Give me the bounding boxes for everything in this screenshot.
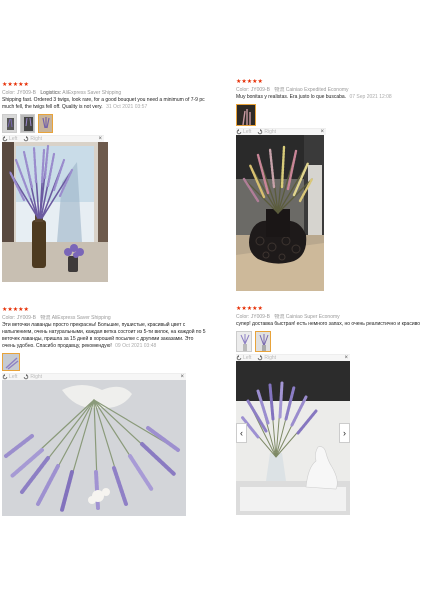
- next-image-button[interactable]: ›: [339, 423, 350, 443]
- review-text-content: Muy bonitas y realistas. Era justo lo qu…: [236, 94, 347, 100]
- image-toolbar: Left Right ×: [236, 354, 350, 361]
- review-meta: Color: JY009-B Logistics: AliExpress Sav…: [2, 90, 212, 97]
- color-value: JY009-B: [16, 90, 36, 96]
- review-text: Эти веточки лаванды просто прекрасны! Бо…: [2, 322, 208, 350]
- rotate-left-button[interactable]: Left: [2, 374, 17, 380]
- thumbnail[interactable]: [2, 114, 17, 133]
- thumbnail[interactable]: [20, 114, 35, 133]
- review-text-content: Эти веточки лаванды просто прекрасны! Бо…: [2, 322, 206, 349]
- review-photo: [2, 142, 108, 282]
- photo-viewer: ‹ ›: [236, 361, 350, 515]
- image-toolbar: Left Right ×: [2, 373, 186, 380]
- rotate-left-icon: [236, 129, 242, 135]
- image-toolbar: Left Right ×: [2, 135, 104, 142]
- review-text: Shipping fast. Ordered 3 twigs, look rar…: [2, 97, 208, 111]
- review-date: 07 Sep 2021 12:08: [349, 94, 392, 100]
- shipping-method: Cainiao Super Economy: [285, 314, 340, 320]
- rotate-left-button[interactable]: Left: [236, 129, 251, 135]
- color-value: JY009-B: [250, 314, 270, 320]
- rotate-left-icon: [2, 374, 8, 380]
- rotate-left-label: Left: [9, 136, 18, 142]
- review-date: 09 Oct 2021 03:48: [115, 343, 157, 349]
- rotate-left-button[interactable]: Left: [2, 136, 17, 142]
- review-text-content: супер! доставка быстрая! есть немного за…: [236, 321, 421, 327]
- rotate-left-icon: [2, 136, 8, 142]
- thumbnail-selected[interactable]: [38, 114, 53, 133]
- rotate-left-label: Left: [243, 129, 252, 135]
- color-value: JY009-B: [16, 315, 36, 321]
- star-rating: ★★★★★: [2, 82, 29, 88]
- close-button[interactable]: ×: [98, 136, 104, 142]
- thumbnail-strip: [236, 331, 424, 352]
- thumbnail-strip: [2, 353, 212, 371]
- review-date: 31 Oct 2021 03:57: [106, 104, 148, 110]
- ship-from-label: 物流: [274, 87, 285, 93]
- review-text: супер! доставка быстрая! есть немного за…: [236, 321, 424, 328]
- thumbnail[interactable]: [236, 331, 252, 352]
- chevron-left-icon: ‹: [240, 428, 243, 438]
- color-value: JY009-B: [250, 87, 270, 93]
- review-meta: Color: JY009-B 物流 AliExpress Saver Shipp…: [2, 315, 212, 322]
- review-card: ★★★★★ Color: JY009-B 物流 Cainiao Expedite…: [236, 79, 424, 291]
- logistics-label: Logistics:: [40, 90, 62, 96]
- star-rating: ★★★★★: [2, 307, 29, 313]
- prev-image-button[interactable]: ‹: [236, 423, 247, 443]
- ship-from-label: 物流: [274, 314, 285, 320]
- review-photo: [236, 135, 324, 291]
- chevron-right-icon: ›: [343, 428, 346, 438]
- rotate-right-button[interactable]: Right: [23, 136, 42, 142]
- color-label: Color:: [236, 87, 250, 93]
- rotate-right-icon: [24, 374, 29, 380]
- color-label: Color:: [236, 314, 250, 320]
- color-label: Color:: [2, 315, 16, 321]
- image-toolbar: Left Right ×: [236, 128, 326, 135]
- review-card: ★★★★★ Color: JY009-B 物流 AliExpress Saver…: [2, 307, 212, 516]
- star-rating: ★★★★★: [236, 79, 263, 85]
- review-photo: [236, 361, 350, 515]
- review-text: Muy bonitas y realistas. Era justo lo qu…: [236, 94, 424, 101]
- rotate-right-label: Right: [264, 129, 277, 135]
- close-button[interactable]: ×: [180, 374, 186, 380]
- thumbnail-selected[interactable]: [255, 331, 271, 352]
- shipping-method: Cainiao Expedited Economy: [285, 87, 349, 93]
- rotate-right-label: Right: [30, 136, 43, 142]
- review-photo: [2, 380, 186, 516]
- thumbnail-selected[interactable]: [236, 104, 256, 126]
- thumbnail-strip: [2, 114, 212, 133]
- shipping-method: AliExpress Saver Shipping: [51, 315, 111, 321]
- rotate-left-label: Left: [9, 374, 18, 380]
- review-meta: Color: JY009-B 物流 Cainiao Super Economy: [236, 314, 424, 321]
- ship-from-label: 物流: [40, 315, 51, 321]
- rotate-right-icon: [24, 136, 29, 142]
- close-button[interactable]: ×: [320, 129, 326, 135]
- star-rating: ★★★★★: [236, 306, 263, 312]
- rotate-right-button[interactable]: Right: [257, 129, 276, 135]
- rotate-right-button[interactable]: Right: [23, 374, 42, 380]
- shipping-method: AliExpress Saver Shipping: [62, 90, 122, 96]
- review-text-content: Shipping fast. Ordered 3 twigs, look rar…: [2, 97, 205, 110]
- rotate-right-label: Right: [30, 374, 43, 380]
- thumbnail-selected[interactable]: [2, 353, 20, 371]
- review-card: ★★★★★ Color: JY009-B 物流 Cainiao Super Ec…: [236, 306, 424, 515]
- color-label: Color:: [2, 90, 16, 96]
- review-meta: Color: JY009-B 物流 Cainiao Expedited Econ…: [236, 87, 424, 94]
- thumbnail-strip: [236, 104, 424, 126]
- review-card: ★★★★★ Color: JY009-B Logistics: AliExpre…: [2, 82, 212, 282]
- rotate-right-icon: [258, 129, 263, 135]
